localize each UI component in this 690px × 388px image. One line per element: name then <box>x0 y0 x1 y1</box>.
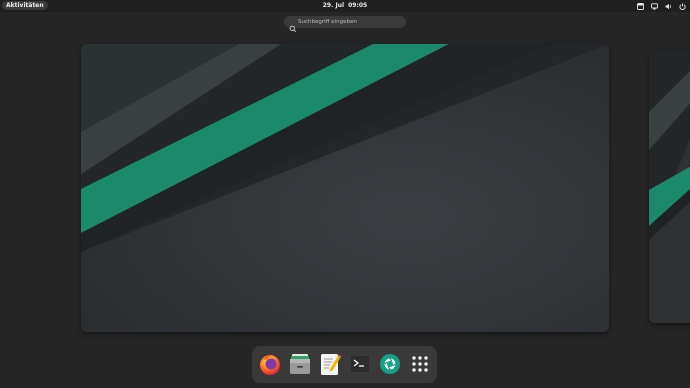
wallpaper-preview <box>649 52 690 323</box>
dock <box>252 346 437 383</box>
workspace-thumbnail-1[interactable] <box>81 44 609 332</box>
volume-icon[interactable] <box>665 3 672 10</box>
screenshot-icon[interactable] <box>377 351 403 377</box>
text-editor-icon[interactable] <box>317 351 343 377</box>
app-grid-icon[interactable] <box>407 351 433 377</box>
top-bar: Aktivitäten 29. Jul 09:05 <box>0 0 690 12</box>
clock-time: 09:05 <box>348 2 368 9</box>
system-tray[interactable] <box>637 2 686 10</box>
wallpaper <box>81 44 609 332</box>
firefox-icon[interactable] <box>257 351 283 377</box>
network-icon[interactable] <box>651 2 658 10</box>
clock[interactable]: 29. Jul 09:05 <box>0 0 690 12</box>
terminal-icon[interactable] <box>347 351 373 377</box>
desktop-overview: Aktivitäten 29. Jul 09:05 <box>0 0 690 388</box>
power-icon[interactable] <box>679 2 686 10</box>
clock-date: 29. Jul <box>322 2 345 9</box>
search-input[interactable] <box>298 16 402 28</box>
search-bar[interactable] <box>284 16 406 33</box>
file-manager-icon[interactable] <box>287 351 313 377</box>
workspace-thumbnail-2[interactable] <box>649 52 690 323</box>
window-icon[interactable] <box>637 2 644 10</box>
search-icon <box>289 18 297 33</box>
